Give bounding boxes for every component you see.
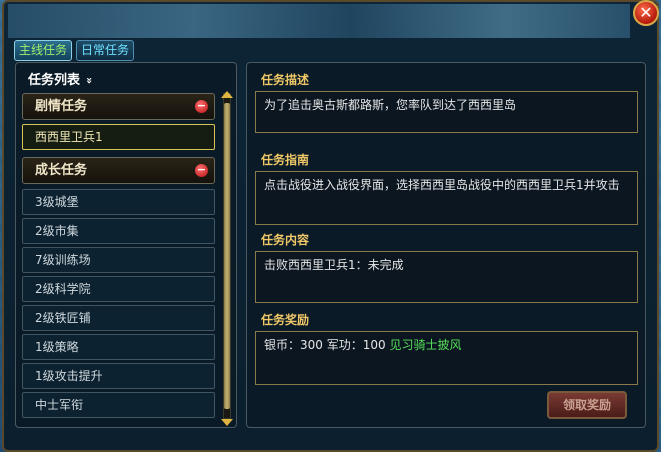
- close-button[interactable]: ✕: [633, 0, 659, 26]
- content-box: 击败西西里卫兵1：未完成: [255, 251, 638, 303]
- collapse-icon[interactable]: −: [195, 164, 208, 177]
- task-detail-panel: 任务描述 为了追击奥古斯都路斯，您率队到达了西西里岛 任务指南 点击战役进入战役…: [246, 62, 646, 428]
- window-header-scenery: [8, 4, 630, 38]
- tab-daily-quest[interactable]: 日常任务: [76, 40, 135, 61]
- claim-reward-button[interactable]: 领取奖励: [547, 391, 627, 419]
- reward-title: 任务奖励: [261, 313, 310, 327]
- tab-bar: 主线任务 日常任务: [14, 40, 135, 61]
- guide-title: 任务指南: [261, 153, 310, 167]
- close-icon: ✕: [639, 3, 653, 22]
- description-box: 为了追击奥古斯都路斯，您率队到达了西西里岛: [255, 91, 638, 133]
- list-item[interactable]: 2级科学院: [22, 276, 215, 302]
- list-item[interactable]: 2级铁匠铺: [22, 305, 215, 331]
- list-item[interactable]: 1级攻击提升: [22, 363, 215, 389]
- tab-main-quest[interactable]: 主线任务: [14, 40, 73, 61]
- scroll-up-icon[interactable]: [221, 91, 233, 98]
- task-list-panel: 任务列表» 剧情任务 − 西西里卫兵1 成长任务 − 3级城堡 2级市集 7级训…: [15, 62, 237, 428]
- description-title: 任务描述: [261, 73, 310, 87]
- list-item[interactable]: 中士军衔: [22, 392, 215, 418]
- list-item[interactable]: 2级市集: [22, 218, 215, 244]
- category-story[interactable]: 剧情任务 −: [22, 93, 215, 120]
- scrollbar-thumb[interactable]: [224, 103, 230, 409]
- content-title: 任务内容: [261, 233, 310, 247]
- description-text: 为了追击奥古斯都路斯，您率队到达了西西里岛: [264, 98, 517, 112]
- reward-text: 银币：300 军功：100: [264, 338, 386, 352]
- task-list-header[interactable]: 任务列表»: [28, 69, 97, 88]
- list-item[interactable]: 3级城堡: [22, 189, 215, 215]
- category-label: 成长任务: [35, 163, 88, 178]
- task-list-title: 任务列表: [28, 73, 81, 88]
- scroll-down-icon[interactable]: [221, 419, 233, 426]
- collapse-icon[interactable]: −: [195, 100, 208, 113]
- list-item[interactable]: 西西里卫兵1: [22, 124, 215, 150]
- content-text: 击败西西里卫兵1：未完成: [264, 258, 404, 272]
- category-label: 剧情任务: [35, 99, 88, 114]
- chevron-down-icon: »: [83, 76, 97, 85]
- guide-text: 点击战役进入战役界面，选择西西里岛战役中的西西里卫兵1并攻击: [264, 178, 620, 192]
- list-item[interactable]: 7级训练场: [22, 247, 215, 273]
- category-growth[interactable]: 成长任务 −: [22, 157, 215, 184]
- reward-item: 见习骑士披风: [389, 338, 462, 352]
- reward-box: 银币：300 军功：100 见习骑士披风: [255, 331, 638, 385]
- guide-box: 点击战役进入战役界面，选择西西里岛战役中的西西里卫兵1并攻击: [255, 171, 638, 225]
- list-item[interactable]: 1级策略: [22, 334, 215, 360]
